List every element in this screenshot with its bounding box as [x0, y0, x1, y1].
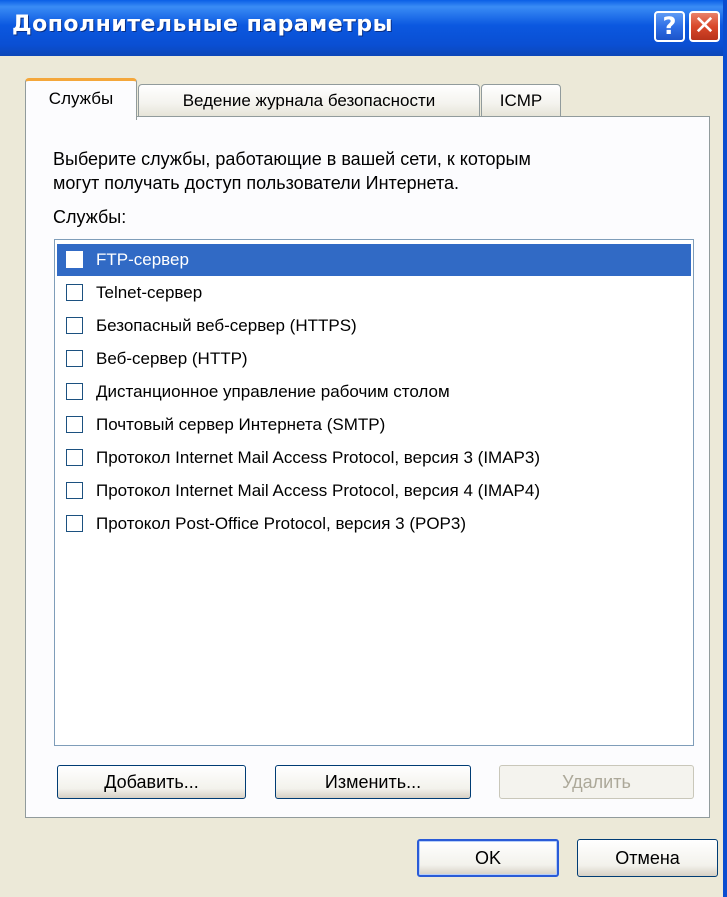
service-label: Почтовый сервер Интернета (SMTP)	[96, 415, 386, 434]
description-line-2: могут получать доступ пользователи Интер…	[53, 173, 460, 193]
cancel-button[interactable]: Отмена	[577, 839, 718, 877]
list-item[interactable]: FTP-сервер	[57, 244, 691, 276]
list-item[interactable]: Telnet-сервер	[57, 277, 691, 309]
service-label: Telnet-сервер	[96, 283, 203, 302]
list-item[interactable]: Веб-сервер (HTTP)	[57, 343, 691, 375]
close-icon[interactable]: ✕	[689, 11, 720, 42]
list-item[interactable]: Протокол Internet Mail Access Protocol, …	[57, 442, 691, 474]
service-label: Протокол Internet Mail Access Protocol, …	[96, 481, 541, 500]
delete-button[interactable]: Удалить	[499, 765, 694, 799]
service-checkbox[interactable]	[66, 284, 83, 301]
service-label: FTP-сервер	[96, 250, 189, 269]
service-checkbox[interactable]	[66, 383, 83, 400]
list-item[interactable]: Протокол Internet Mail Access Protocol, …	[57, 475, 691, 507]
service-label: Веб-сервер (HTTP)	[96, 349, 248, 368]
service-label: Дистанционное управление рабочим столом	[96, 382, 450, 401]
service-label: Протокол Internet Mail Access Protocol, …	[96, 448, 541, 467]
tab-icmp[interactable]: ICMP	[481, 84, 561, 116]
list-item[interactable]: Дистанционное управление рабочим столом	[57, 376, 691, 408]
service-checkbox[interactable]	[66, 416, 83, 433]
advanced-settings-dialog: Дополнительные параметры ? ✕ Службы Веде…	[0, 0, 727, 897]
service-label: Протокол Post-Office Protocol, версия 3 …	[96, 514, 466, 533]
service-checkbox[interactable]	[66, 482, 83, 499]
add-button[interactable]: Добавить...	[57, 765, 246, 799]
edit-button[interactable]: Изменить...	[275, 765, 471, 799]
help-icon[interactable]: ?	[654, 11, 685, 42]
services-description: Выберите службы, работающие в вашей сети…	[53, 147, 693, 195]
services-label: Службы:	[53, 207, 127, 227]
tab-security-logging[interactable]: Ведение журнала безопасности	[138, 84, 480, 116]
description-line-1: Выберите службы, работающие в вашей сети…	[53, 149, 531, 169]
list-item[interactable]: Протокол Post-Office Protocol, версия 3 …	[57, 508, 691, 540]
service-checkbox[interactable]	[66, 350, 83, 367]
list-item[interactable]: Безопасный веб-сервер (HTTPS)	[57, 310, 691, 342]
service-checkbox[interactable]	[66, 515, 83, 532]
service-checkbox[interactable]	[66, 449, 83, 466]
tab-services[interactable]: Службы	[25, 78, 137, 120]
service-checkbox[interactable]	[66, 251, 83, 268]
services-list[interactable]: FTP-сервер Telnet-сервер Безопасный веб-…	[54, 239, 694, 746]
title-bar[interactable]: Дополнительные параметры ? ✕	[0, 0, 723, 56]
ok-button[interactable]: OK	[417, 839, 559, 877]
services-tab-panel: Выберите службы, работающие в вашей сети…	[25, 116, 710, 818]
list-item[interactable]: Почтовый сервер Интернета (SMTP)	[57, 409, 691, 441]
service-checkbox[interactable]	[66, 317, 83, 334]
service-label: Безопасный веб-сервер (HTTPS)	[96, 316, 357, 335]
window-title: Дополнительные параметры	[12, 12, 394, 37]
